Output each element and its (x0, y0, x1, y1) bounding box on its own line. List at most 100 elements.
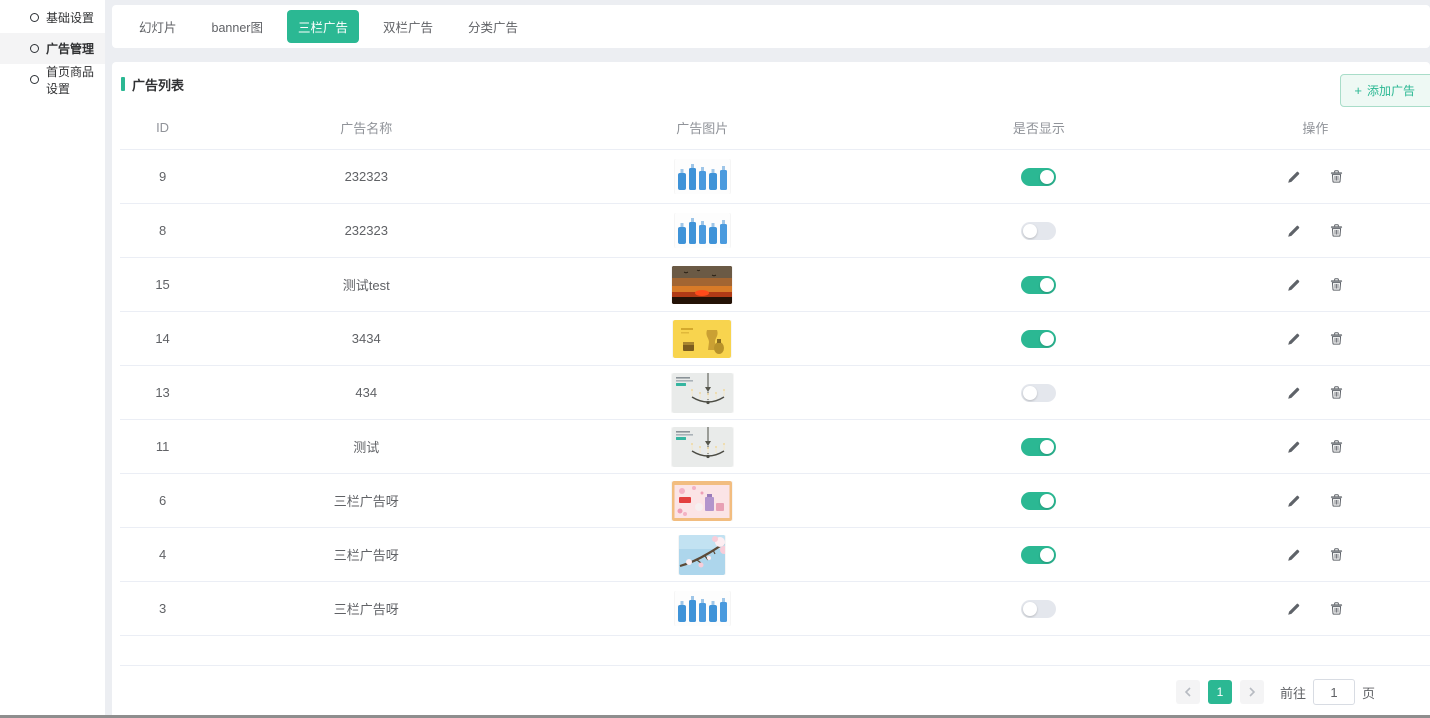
edit-button[interactable] (1284, 275, 1304, 295)
cell-actions (1201, 329, 1430, 349)
toggle-knob (1040, 548, 1054, 562)
pencil-icon (1287, 494, 1301, 508)
visibility-toggle[interactable] (1021, 600, 1056, 618)
pencil-icon (1287, 386, 1301, 400)
cell-actions (1201, 599, 1430, 619)
delete-button[interactable] (1326, 383, 1346, 403)
edit-button[interactable] (1284, 383, 1304, 403)
visibility-toggle[interactable] (1021, 384, 1056, 402)
delete-button[interactable] (1326, 221, 1346, 241)
visibility-toggle[interactable] (1021, 168, 1056, 186)
cell-image (527, 535, 877, 575)
pencil-icon (1287, 170, 1301, 184)
edit-button[interactable] (1284, 599, 1304, 619)
cell-image (527, 320, 877, 358)
cell-actions (1201, 545, 1430, 565)
delete-button[interactable] (1326, 167, 1346, 187)
app-window: 基础设置广告管理首页商品设置 幻灯片 banner图三栏广告双栏广告分类广告 广告… (0, 0, 1430, 718)
pencil-icon (1287, 602, 1301, 616)
edit-button[interactable] (1284, 437, 1304, 457)
cell-id: 3 (120, 601, 205, 616)
circle-icon (30, 75, 39, 84)
panel-header: 广告列表 (112, 62, 1430, 106)
sidebar-item[interactable]: 广告管理 (0, 33, 105, 64)
cell-actions (1201, 383, 1430, 403)
visibility-toggle[interactable] (1021, 330, 1056, 348)
ad-thumbnail (672, 481, 732, 521)
goto-page-group: 前往 页 (1280, 679, 1375, 705)
sidebar-item[interactable]: 基础设置 (0, 2, 105, 33)
toggle-knob (1040, 332, 1054, 346)
ad-thumbnail (675, 591, 730, 626)
sidebar-item-label: 广告管理 (46, 40, 94, 57)
visibility-toggle[interactable] (1021, 546, 1056, 564)
ad-thumbnail (675, 213, 730, 248)
cell-id: 15 (120, 277, 205, 292)
pencil-icon (1287, 440, 1301, 454)
tab-active[interactable]: 三栏广告 (287, 10, 359, 43)
cell-name: 三栏广告呀 (205, 491, 527, 510)
column-header: 操作 (1201, 118, 1430, 137)
column-header: 广告图片 (527, 118, 877, 137)
title-accent-bar (121, 77, 125, 91)
cell-image (527, 591, 877, 626)
delete-button[interactable] (1326, 329, 1346, 349)
toggle-knob (1040, 440, 1054, 454)
goto-page-input[interactable] (1313, 679, 1355, 705)
cell-visible (877, 330, 1201, 348)
delete-button[interactable] (1326, 599, 1346, 619)
sidebar-item[interactable]: 首页商品设置 (0, 64, 105, 95)
page-number[interactable]: 1 (1208, 680, 1232, 704)
cell-image (527, 266, 877, 304)
delete-button[interactable] (1326, 275, 1346, 295)
toggle-knob (1040, 170, 1054, 184)
tab-bar: 幻灯片 banner图三栏广告双栏广告分类广告 (112, 5, 1430, 48)
cell-visible (877, 492, 1201, 510)
column-header: 是否显示 (877, 118, 1201, 137)
cell-id: 9 (120, 169, 205, 184)
sidebar-item-label: 基础设置 (46, 9, 94, 26)
cell-visible (877, 168, 1201, 186)
table-row: 13434 (120, 366, 1430, 420)
cell-actions (1201, 491, 1430, 511)
add-ad-button[interactable]: + 添加广告 (1340, 74, 1430, 107)
tab-item[interactable]: 分类广告 (457, 10, 529, 43)
visibility-toggle[interactable] (1021, 438, 1056, 456)
edit-button[interactable] (1284, 167, 1304, 187)
edit-button[interactable] (1284, 491, 1304, 511)
cell-image (527, 213, 877, 248)
table-row: 6三栏广告呀 (120, 474, 1430, 528)
trash-icon (1330, 548, 1343, 561)
cell-image (527, 427, 877, 467)
cell-visible (877, 546, 1201, 564)
cell-name: 232323 (205, 223, 527, 238)
delete-button[interactable] (1326, 545, 1346, 565)
cell-visible (877, 222, 1201, 240)
next-page-button[interactable] (1240, 680, 1264, 704)
ad-thumbnail (679, 535, 725, 575)
plus-icon: + (1354, 83, 1362, 98)
visibility-toggle[interactable] (1021, 276, 1056, 294)
table-row: 3三栏广告呀 (120, 582, 1430, 636)
ad-thumbnail (675, 159, 730, 194)
cell-visible (877, 384, 1201, 402)
edit-button[interactable] (1284, 545, 1304, 565)
cell-id: 11 (120, 439, 205, 454)
edit-button[interactable] (1284, 329, 1304, 349)
visibility-toggle[interactable] (1021, 492, 1056, 510)
tab-item[interactable]: 幻灯片 (128, 10, 188, 43)
visibility-toggle[interactable] (1021, 222, 1056, 240)
cell-name: 434 (205, 385, 527, 400)
delete-button[interactable] (1326, 491, 1346, 511)
tab-item[interactable]: 双栏广告 (372, 10, 444, 43)
tab-item[interactable]: banner图 (201, 10, 274, 43)
panel-title: 广告列表 (121, 75, 184, 94)
cell-id: 8 (120, 223, 205, 238)
cell-id: 4 (120, 547, 205, 562)
delete-button[interactable] (1326, 437, 1346, 457)
edit-button[interactable] (1284, 221, 1304, 241)
prev-page-button[interactable] (1176, 680, 1200, 704)
toggle-knob (1040, 278, 1054, 292)
cell-name: 三栏广告呀 (205, 545, 527, 564)
circle-icon (30, 13, 39, 22)
